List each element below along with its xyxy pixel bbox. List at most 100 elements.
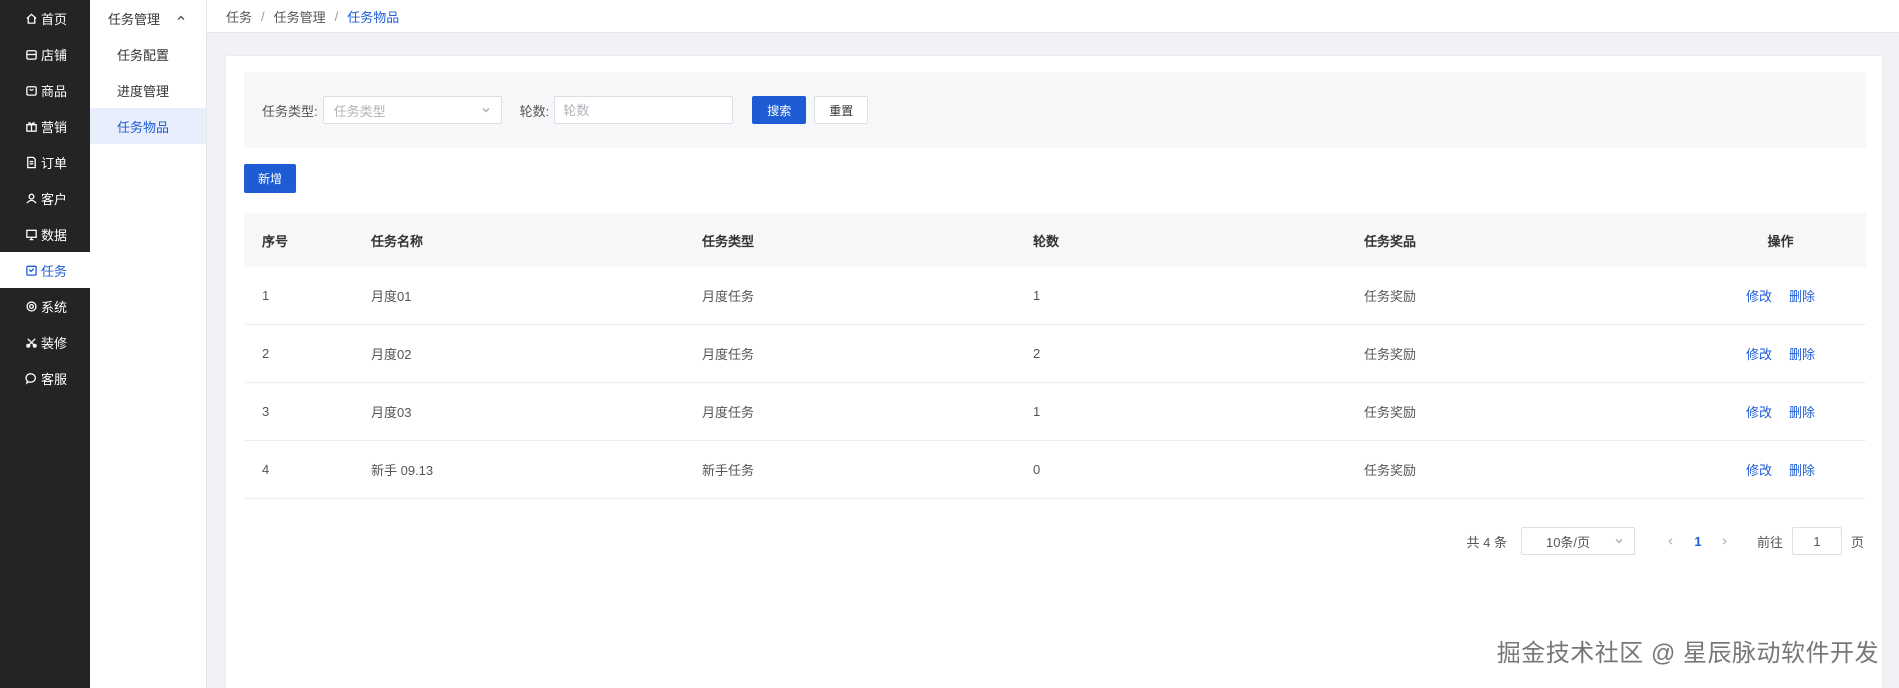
header-task-type: 任务类型 xyxy=(702,233,755,249)
nav-item-customers[interactable]: 客户 xyxy=(0,180,90,216)
document-icon xyxy=(24,155,38,169)
submenu-item-task-items[interactable]: 任务物品 xyxy=(90,108,206,144)
nav-item-home[interactable]: 首页 xyxy=(0,0,90,36)
search-button[interactable]: 搜索 xyxy=(752,96,807,124)
breadcrumb-item[interactable]: 任务管理 xyxy=(274,7,326,26)
goto-page-input[interactable] xyxy=(1791,527,1842,555)
edit-link[interactable]: 修改 xyxy=(1746,344,1772,363)
chart-icon xyxy=(24,227,38,241)
cell-prize: 任务奖励 xyxy=(1364,347,1417,362)
nav-item-label: 营销 xyxy=(41,119,68,135)
edit-link[interactable]: 修改 xyxy=(1746,402,1772,421)
users-icon xyxy=(24,191,38,205)
header-actions: 操作 xyxy=(1767,233,1794,249)
filter-bar: 任务类型: 任务类型 轮数: 搜索 重置 xyxy=(244,72,1866,148)
breadcrumb-separator: / xyxy=(334,8,339,24)
delete-link[interactable]: 删除 xyxy=(1789,402,1815,421)
watermark: 掘金技术社区 @ 星辰脉动软件开发 xyxy=(1496,640,1879,667)
cell-rounds: 1 xyxy=(1033,404,1041,419)
next-page-button[interactable] xyxy=(1711,527,1739,555)
nav-item-data[interactable]: 数据 xyxy=(0,216,90,252)
main-nav: 首页 店铺 商品 营销 订单 客户 数据 任务 系统 装修 客服 xyxy=(0,0,90,688)
nav-item-system[interactable]: 系统 xyxy=(0,288,90,324)
nav-item-store[interactable]: 店铺 xyxy=(0,36,90,72)
cell-prize: 任务奖励 xyxy=(1364,463,1417,478)
chevron-left-icon xyxy=(1668,537,1673,545)
task-type-select[interactable]: 任务类型 xyxy=(322,96,502,124)
chevron-right-icon xyxy=(1723,537,1728,545)
cell-task-type: 月度任务 xyxy=(702,289,755,304)
page-suffix: 页 xyxy=(1850,534,1864,550)
edit-link[interactable]: 修改 xyxy=(1746,286,1772,305)
reset-button[interactable]: 重置 xyxy=(814,96,869,124)
round-input[interactable] xyxy=(554,96,734,124)
chevron-up-icon xyxy=(177,15,185,20)
nav-item-label: 系统 xyxy=(41,299,68,315)
submenu-item-progress[interactable]: 进度管理 xyxy=(90,72,206,108)
submenu-title: 任务管理 xyxy=(108,11,161,27)
cell-index: 3 xyxy=(262,404,270,419)
nav-item-label: 订单 xyxy=(41,155,68,171)
cell-actions: 修改 删除 xyxy=(1695,460,1866,479)
nav-item-label: 客户 xyxy=(41,191,68,207)
nav-item-label: 任务 xyxy=(41,263,68,279)
cell-rounds: 0 xyxy=(1033,462,1041,477)
page-number-current[interactable]: 1 xyxy=(1685,527,1711,555)
cell-rounds: 1 xyxy=(1033,288,1041,303)
nav-item-label: 首页 xyxy=(41,11,68,27)
submenu-group-task-management[interactable]: 任务管理 xyxy=(90,0,206,36)
nav-item-tasks[interactable]: 任务 xyxy=(0,252,90,288)
cell-index: 2 xyxy=(262,346,270,361)
cell-rounds: 2 xyxy=(1033,346,1041,361)
prev-page-button[interactable] xyxy=(1657,527,1685,555)
cell-index: 4 xyxy=(262,462,270,477)
submenu-item-task-config[interactable]: 任务配置 xyxy=(90,36,206,72)
task-icon xyxy=(24,263,38,277)
breadcrumb-item[interactable]: 任务 xyxy=(226,7,252,26)
cell-prize: 任务奖励 xyxy=(1364,405,1417,420)
table-row: 3 月度03 月度任务 1 任务奖励 修改 删除 xyxy=(244,383,1866,441)
page-size-select[interactable]: 10条/页 xyxy=(1520,527,1635,555)
header-task-name: 任务名称 xyxy=(371,233,424,249)
gear-icon xyxy=(24,299,38,313)
nav-item-decor[interactable]: 装修 xyxy=(0,324,90,360)
content-card: 任务类型: 任务类型 轮数: 搜索 重置 新增 序号 任务名称 任务类型 轮数 … xyxy=(225,55,1883,688)
nav-item-marketing[interactable]: 营销 xyxy=(0,108,90,144)
nav-item-orders[interactable]: 订单 xyxy=(0,144,90,180)
nav-item-label: 装修 xyxy=(41,335,68,351)
breadcrumb: 任务 / 任务管理 / 任务物品 xyxy=(207,0,1899,33)
bag-icon xyxy=(24,83,38,97)
cell-actions: 修改 删除 xyxy=(1695,402,1866,421)
task-items-table: 序号 任务名称 任务类型 轮数 任务奖品 操作 1 月度01 月度任务 1 任务… xyxy=(244,213,1866,499)
nav-item-label: 商品 xyxy=(41,83,68,99)
cell-task-name: 月度03 xyxy=(371,405,412,420)
pagination: 共 4 条 10条/页 1 前往 页 xyxy=(1467,527,1864,555)
chat-icon xyxy=(24,371,38,385)
header-prize: 任务奖品 xyxy=(1364,233,1417,249)
sub-menu: 任务管理 任务配置 进度管理 任务物品 xyxy=(90,0,207,688)
header-rounds: 轮数 xyxy=(1033,233,1060,249)
delete-link[interactable]: 删除 xyxy=(1789,460,1815,479)
nav-item-service[interactable]: 客服 xyxy=(0,360,90,396)
nav-item-label: 数据 xyxy=(41,227,68,243)
cell-task-name: 月度02 xyxy=(371,347,412,362)
cell-task-name: 月度01 xyxy=(371,289,412,304)
table-header: 序号 任务名称 任务类型 轮数 任务奖品 操作 xyxy=(244,213,1866,267)
table-row: 1 月度01 月度任务 1 任务奖励 修改 删除 xyxy=(244,267,1866,325)
store-icon xyxy=(24,47,38,61)
cell-actions: 修改 删除 xyxy=(1695,344,1866,363)
delete-link[interactable]: 删除 xyxy=(1789,286,1815,305)
table-row: 4 新手 09.13 新手任务 0 任务奖励 修改 删除 xyxy=(244,441,1866,499)
cell-actions: 修改 删除 xyxy=(1695,286,1866,305)
nav-item-goods[interactable]: 商品 xyxy=(0,72,90,108)
cell-prize: 任务奖励 xyxy=(1364,289,1417,304)
cell-task-type: 月度任务 xyxy=(702,347,755,362)
breadcrumb-separator: / xyxy=(261,8,265,24)
page-size-value: 10条/页 xyxy=(1545,534,1591,550)
gift-icon xyxy=(24,119,38,133)
edit-link[interactable]: 修改 xyxy=(1746,460,1772,479)
delete-link[interactable]: 删除 xyxy=(1789,344,1815,363)
chevron-down-icon xyxy=(1615,539,1623,544)
home-icon xyxy=(24,11,38,25)
add-button[interactable]: 新增 xyxy=(244,164,296,193)
